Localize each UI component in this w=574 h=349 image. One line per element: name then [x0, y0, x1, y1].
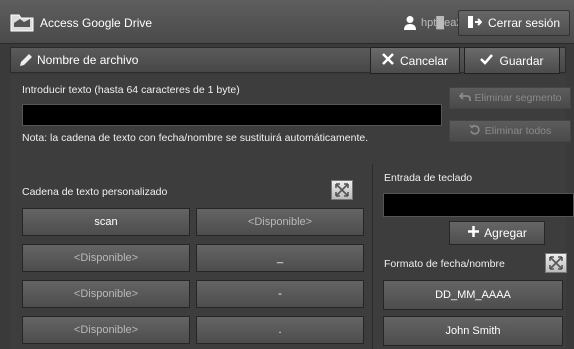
keyboard-input[interactable] [383, 193, 574, 217]
custom-string-button[interactable]: - [196, 280, 364, 308]
expand-icon[interactable] [545, 253, 567, 273]
plus-icon [467, 225, 480, 241]
logout-icon [467, 15, 483, 31]
date-format-button[interactable]: DD_MM_AAAA [383, 280, 563, 310]
date-name-format-label: Formato de fecha/nombre [384, 258, 505, 270]
cancel-label: Cancelar [399, 53, 449, 68]
undo-icon [458, 91, 471, 105]
logout-label: Cerrar sesión [487, 16, 561, 30]
name-format-button[interactable]: John Smith [383, 316, 563, 346]
custom-string-button[interactable]: . [196, 316, 364, 344]
app-title: Access Google Drive [40, 16, 153, 30]
cancel-button[interactable]: Cancelar [370, 47, 460, 74]
logout-button[interactable]: Cerrar sesión [458, 10, 570, 36]
custom-string-button[interactable]: <Disponible> [196, 208, 364, 236]
filename-text-input[interactable] [22, 104, 442, 126]
custom-string-button[interactable]: <Disponible> [22, 244, 190, 272]
section-divider [372, 164, 373, 349]
drive-folder-icon [10, 11, 34, 33]
add-label: Agregar [484, 226, 527, 240]
delete-all-label: Eliminar todos [484, 125, 552, 137]
custom-string-button[interactable]: _ [196, 244, 364, 272]
delete-all-button[interactable]: Eliminar todos [449, 120, 571, 142]
custom-string-button[interactable]: <Disponible> [22, 280, 190, 308]
pencil-icon [18, 52, 34, 68]
custom-string-button[interactable]: <Disponible> [22, 316, 190, 344]
text-entry-note: Nota: la cadena de texto con fecha/nombr… [22, 132, 369, 144]
save-label: Guardar [499, 53, 544, 68]
text-entry-label: Introducir texto (hasta 64 caracteres de… [22, 84, 240, 96]
custom-strings-label: Cadena de texto personalizado [22, 186, 168, 198]
delete-segment-label: Eliminar segmento [474, 92, 562, 104]
custom-string-button[interactable]: scan [22, 208, 190, 236]
user-icon [403, 15, 417, 31]
close-icon [382, 53, 394, 68]
checkmark-icon [480, 53, 494, 68]
reset-icon [469, 124, 481, 139]
keyboard-entry-label: Entrada de teclado [384, 172, 473, 184]
expand-icon[interactable] [331, 180, 353, 200]
save-button[interactable]: Guardar [464, 47, 560, 74]
delete-segment-button[interactable]: Eliminar segmento [449, 87, 571, 109]
page-title: Nombre de archivo [37, 53, 139, 67]
add-button[interactable]: Agregar [449, 221, 545, 245]
